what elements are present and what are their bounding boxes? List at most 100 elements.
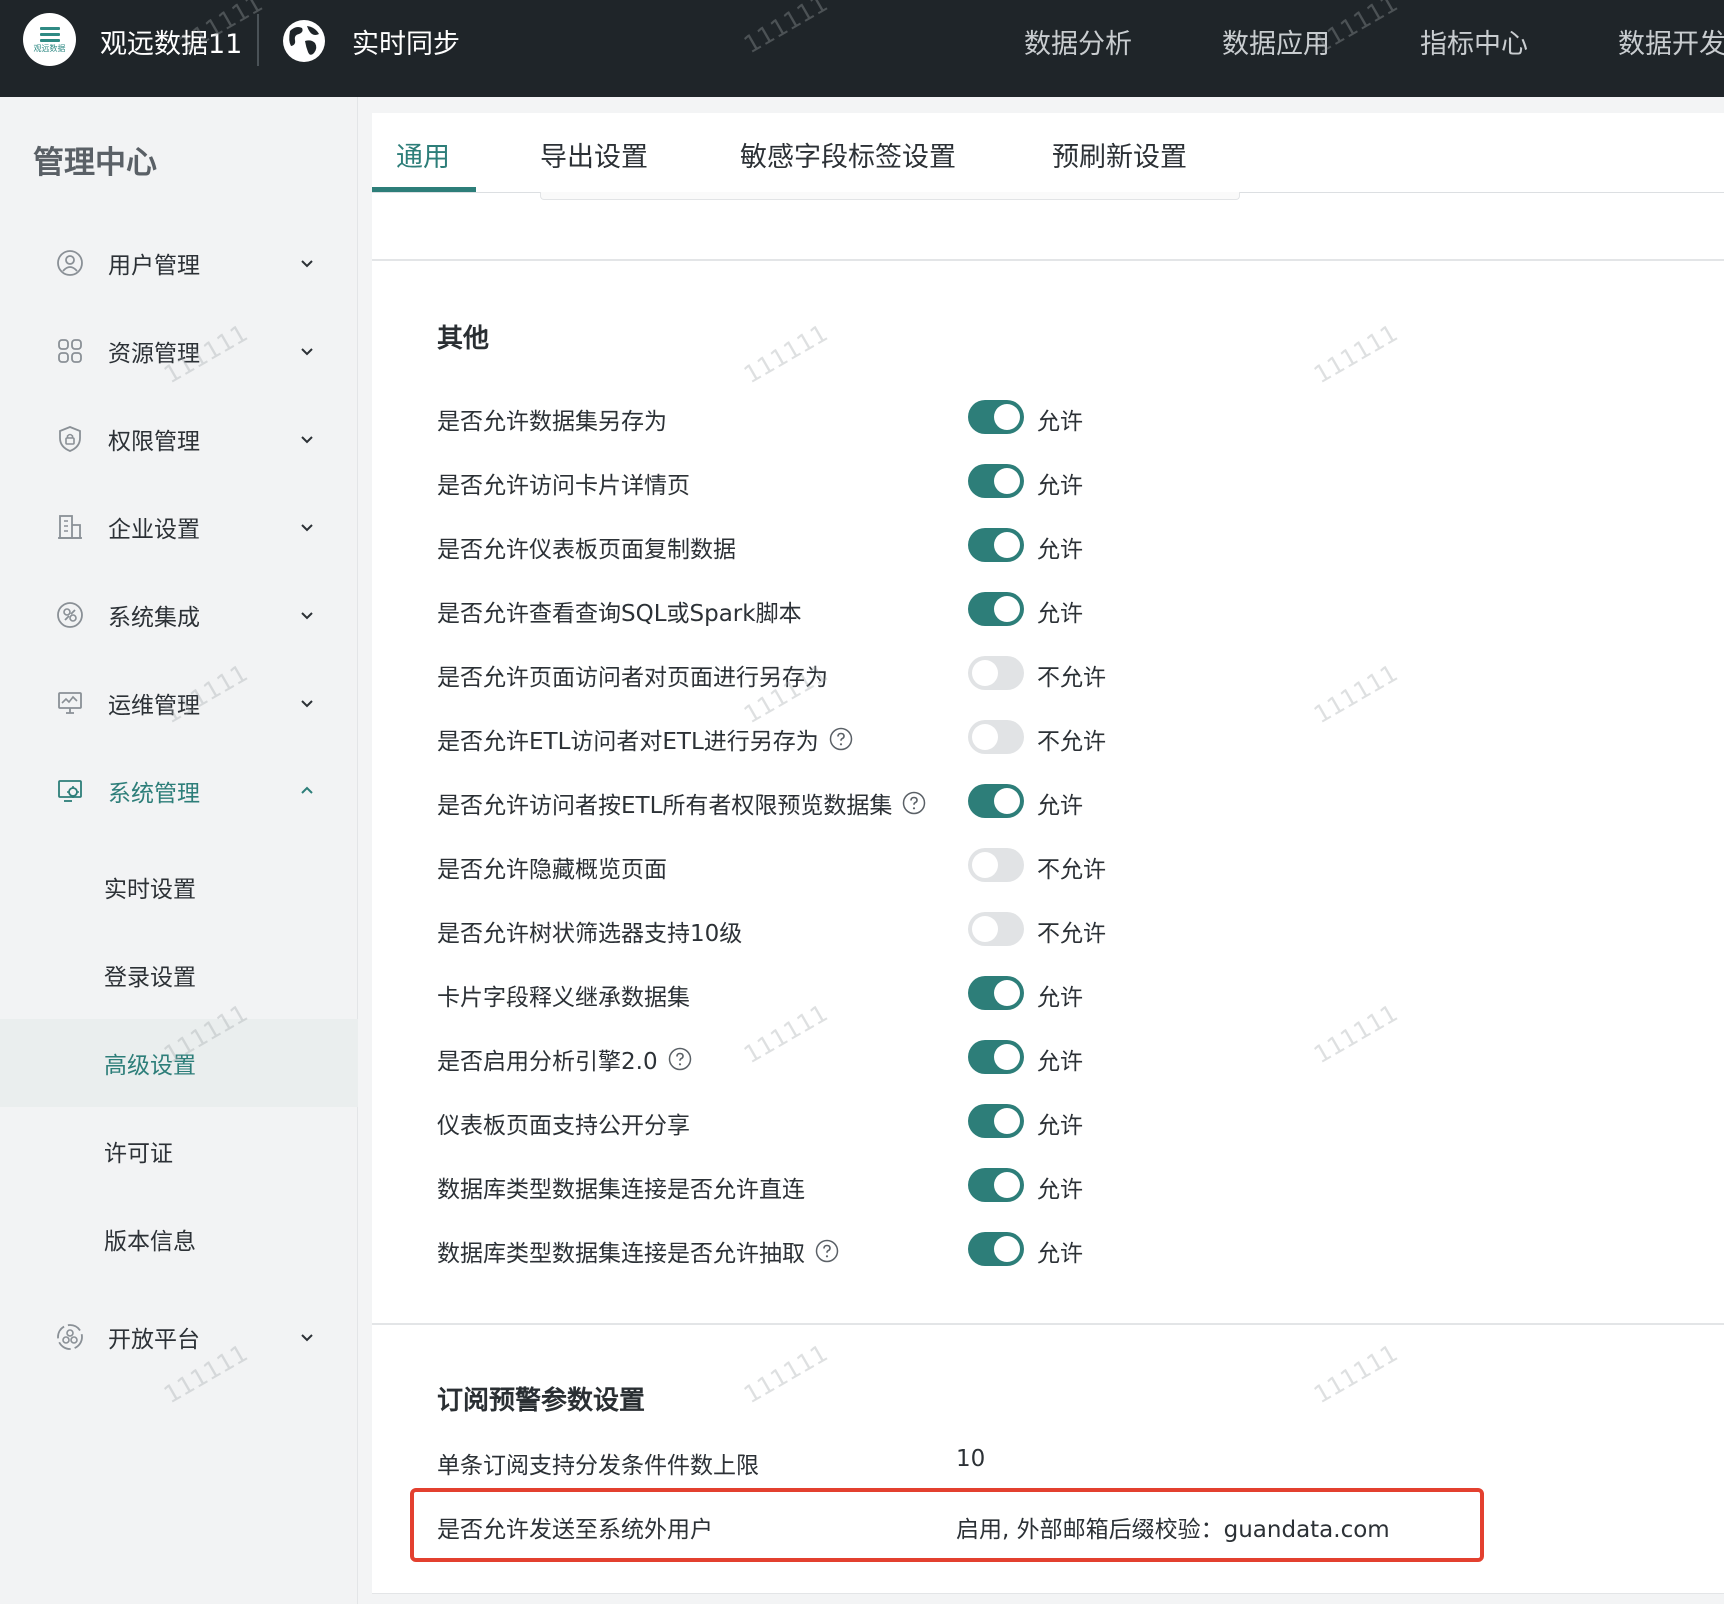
setting-toggle-switch[interactable] xyxy=(968,656,1024,690)
sidebar-item-label: 权限管理 xyxy=(108,429,200,455)
setting-label: 数据库类型数据集连接是否允许抽取 xyxy=(437,1234,839,1268)
setting-label-text: 是否允许仪表板页面复制数据 xyxy=(437,537,736,563)
toggle-knob xyxy=(994,1108,1020,1134)
setting-toggle-switch[interactable] xyxy=(968,592,1024,626)
setting-label-text: 是否允许查看查询SQL或Spark脚本 xyxy=(437,601,802,627)
setting-status-text: 允许 xyxy=(1037,473,1083,499)
nav-metric-center[interactable]: 指标中心 xyxy=(1420,22,1528,61)
setting-label: 卡片字段释义继承数据集 xyxy=(437,978,690,1012)
setting-label: 是否允许访问者按ETL所有者权限预览数据集 xyxy=(437,786,926,820)
sidebar-item-open-platform[interactable]: 开放平台 xyxy=(0,1307,358,1367)
param-row-max-conditions: 单条订阅支持分发条件件数上限 10 xyxy=(437,1442,1437,1482)
toggle-knob xyxy=(994,1044,1020,1070)
setting-toggle-switch[interactable] xyxy=(968,720,1024,754)
chevron-up-icon xyxy=(301,786,313,794)
setting-label-text: 是否允许数据集另存为 xyxy=(437,409,667,435)
sidebar-item-label: 资源管理 xyxy=(108,341,200,367)
setting-toggle-switch[interactable] xyxy=(968,464,1024,498)
highlight-annotation-box xyxy=(410,1488,1484,1562)
sidebar-subitem-label: 实时设置 xyxy=(104,877,196,903)
sidebar-item-resource-management[interactable]: 资源管理 xyxy=(0,321,358,381)
help-icon[interactable] xyxy=(829,727,853,751)
sidebar-subitem-version-info[interactable]: 版本信息 xyxy=(0,1195,358,1283)
scroll-shadow xyxy=(540,192,1240,200)
setting-toggle-switch[interactable] xyxy=(968,1104,1024,1138)
setting-row: 是否允许隐藏概览页面 不允许 xyxy=(437,846,1637,886)
sidebar-subitem-advanced-settings[interactable]: 高级设置 xyxy=(0,1019,358,1107)
toggle-knob xyxy=(994,596,1020,622)
setting-toggle-switch[interactable] xyxy=(968,400,1024,434)
sidebar-item-label: 用户管理 xyxy=(108,253,200,279)
toggle-knob xyxy=(972,852,998,878)
integration-icon xyxy=(57,602,83,628)
setting-label: 是否允许数据集另存为 xyxy=(437,402,667,436)
shield-icon xyxy=(59,426,81,452)
realtime-sync-label[interactable]: 实时同步 xyxy=(352,22,460,61)
globe-icon[interactable] xyxy=(280,17,328,65)
tab-export-settings[interactable]: 导出设置 xyxy=(540,135,648,174)
help-icon[interactable] xyxy=(815,1239,839,1263)
setting-row: 是否允许查看查询SQL或Spark脚本 允许 xyxy=(437,590,1637,630)
tab-general[interactable]: 通用 xyxy=(396,135,450,174)
sidebar-subitem-license[interactable]: 许可证 xyxy=(0,1107,358,1195)
sidebar-item-user-management[interactable]: 用户管理 xyxy=(0,233,358,293)
setting-row: 是否允许数据集另存为 允许 xyxy=(437,398,1637,438)
setting-toggle-switch[interactable] xyxy=(968,784,1024,818)
setting-toggle-switch[interactable] xyxy=(968,912,1024,946)
setting-label-text: 卡片字段释义继承数据集 xyxy=(437,985,690,1011)
sidebar: 管理中心 用户管理 资源管理 权限管理 企业设置 系统集成 运维管理 系统管理 … xyxy=(0,97,358,1604)
tab-sensitive-field-labels[interactable]: 敏感字段标签设置 xyxy=(740,135,956,174)
toggle-knob xyxy=(972,660,998,686)
setting-toggle-switch[interactable] xyxy=(968,1232,1024,1266)
sidebar-subitem-label: 高级设置 xyxy=(104,1053,196,1079)
toggle-knob xyxy=(994,1236,1020,1262)
top-header: 观远数据 观远数据11 实时同步 数据分析 数据应用 指标中心 数据开发 xyxy=(0,0,1724,97)
sidebar-item-label: 系统管理 xyxy=(108,781,200,807)
nav-data-application[interactable]: 数据应用 xyxy=(1222,22,1330,61)
brand-logo[interactable]: 观远数据 xyxy=(23,13,76,66)
setting-label-text: 是否允许页面访问者对页面进行另存为 xyxy=(437,665,828,691)
setting-label-text: 数据库类型数据集连接是否允许抽取 xyxy=(437,1241,805,1267)
sidebar-subitem-login-settings[interactable]: 登录设置 xyxy=(0,931,358,1019)
sidebar-subitem-realtime-settings[interactable]: 实时设置 xyxy=(0,843,358,931)
setting-status-text: 允许 xyxy=(1037,1113,1083,1139)
setting-status-text: 允许 xyxy=(1037,601,1083,627)
grid-icon xyxy=(58,339,82,363)
toggle-knob xyxy=(994,980,1020,1006)
setting-status-text: 允许 xyxy=(1037,793,1083,819)
setting-status-text: 允许 xyxy=(1037,1177,1083,1203)
sidebar-item-label: 开放平台 xyxy=(108,1327,200,1353)
sidebar-item-permission-management[interactable]: 权限管理 xyxy=(0,409,358,469)
chevron-down-icon xyxy=(301,612,313,620)
sidebar-item-system-integration[interactable]: 系统集成 xyxy=(0,585,358,645)
setting-label-text: 是否允许ETL访问者对ETL进行另存为 xyxy=(437,729,819,755)
sidebar-item-system-management[interactable]: 系统管理 xyxy=(0,761,358,821)
active-tab-indicator xyxy=(372,187,476,192)
help-icon[interactable] xyxy=(668,1047,692,1071)
sidebar-item-label: 企业设置 xyxy=(108,517,200,543)
toggle-knob xyxy=(972,916,998,942)
setting-toggle-switch[interactable] xyxy=(968,1168,1024,1202)
nav-data-analysis[interactable]: 数据分析 xyxy=(1024,22,1132,61)
setting-label: 是否允许页面访问者对页面进行另存为 xyxy=(437,658,828,692)
setting-toggle-switch[interactable] xyxy=(968,1040,1024,1074)
section-title-other: 其他 xyxy=(437,324,490,354)
sidebar-item-ops-management[interactable]: 运维管理 xyxy=(0,673,358,733)
setting-toggle-switch[interactable] xyxy=(968,848,1024,882)
brand-name[interactable]: 观远数据11 xyxy=(100,22,242,61)
setting-label-text: 是否允许树状筛选器支持10级 xyxy=(437,921,743,947)
help-icon[interactable] xyxy=(902,791,926,815)
setting-toggle-switch[interactable] xyxy=(968,528,1024,562)
setting-status-text: 不允许 xyxy=(1037,665,1106,691)
setting-row: 是否允许仪表板页面复制数据 允许 xyxy=(437,526,1637,566)
setting-toggle-switch[interactable] xyxy=(968,976,1024,1010)
sidebar-item-enterprise-settings[interactable]: 企业设置 xyxy=(0,497,358,557)
tab-pre-refresh-settings[interactable]: 预刷新设置 xyxy=(1052,135,1187,174)
settings-icon xyxy=(58,780,82,802)
nav-data-development[interactable]: 数据开发 xyxy=(1618,22,1724,61)
setting-row: 是否允许访问者按ETL所有者权限预览数据集 允许 xyxy=(437,782,1637,822)
setting-status-text: 不允许 xyxy=(1037,729,1106,755)
setting-label-text: 数据库类型数据集连接是否允许直连 xyxy=(437,1177,805,1203)
toggle-knob xyxy=(994,1172,1020,1198)
setting-row: 仪表板页面支持公开分享 允许 xyxy=(437,1102,1637,1142)
